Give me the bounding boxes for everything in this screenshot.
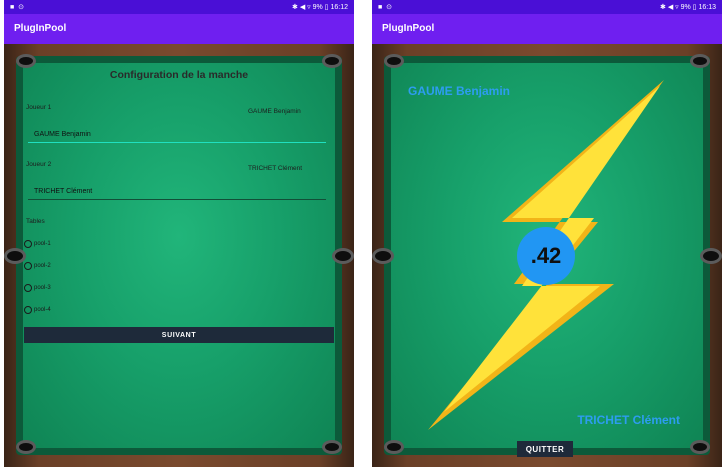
- score-badge: .42: [517, 227, 575, 285]
- radio-button-icon: [24, 240, 32, 248]
- app-title: PlugInPool: [14, 23, 67, 34]
- status-bar: ■ ⊙ ✱ ◀ ▿ 9% ▯ 16:12: [4, 0, 354, 14]
- pocket-bottom-right: [322, 440, 342, 454]
- player2-input[interactable]: TRICHET Clément: [28, 185, 326, 200]
- player-top-name: GAUME Benjamin: [408, 84, 511, 98]
- radio-button-icon: [24, 284, 32, 292]
- table-option-pool-1[interactable]: pool-1: [24, 239, 51, 249]
- player1-input-value: GAUME Benjamin: [34, 131, 91, 138]
- table-option-label: pool-4: [34, 307, 51, 313]
- pocket-bottom-left: [16, 440, 36, 454]
- config-title: Configuration de la manche: [109, 69, 249, 81]
- pocket-middle-right: [332, 248, 354, 264]
- player1-display: GAUME Benjamin: [248, 108, 301, 115]
- player2-label: Joueur 2: [26, 161, 52, 168]
- pocket-middle-left: [4, 248, 26, 264]
- table-option-label: pool-2: [34, 263, 51, 269]
- pocket-top-right: [322, 54, 342, 68]
- radio-button-icon: [24, 306, 32, 314]
- configuration-screen: ■ ⊙ ✱ ◀ ▿ 9% ▯ 16:12 PlugInPool Configur…: [4, 0, 354, 471]
- app-bar: PlugInPool: [4, 14, 354, 44]
- player1-label: Joueur 1: [26, 104, 52, 111]
- tables-label: Tables: [26, 218, 45, 225]
- next-button[interactable]: SUIVANT: [24, 327, 334, 343]
- table-option-pool-2[interactable]: pool-2: [24, 261, 51, 271]
- status-notification-icons: ■ ⊙: [10, 4, 26, 11]
- pocket-top-left: [16, 54, 36, 68]
- player-bottom-name: TRICHET Clément: [577, 413, 680, 427]
- radio-button-icon: [24, 262, 32, 270]
- table-felt: [23, 63, 335, 448]
- game-screen: ■ ⊙ ✱ ◀ ▿ 9% ▯ 16:13 PlugInPool GAUME Be…: [372, 0, 722, 471]
- table-option-pool-4[interactable]: pool-4: [24, 305, 51, 315]
- table-option-label: pool-3: [34, 285, 51, 291]
- player2-input-value: TRICHET Clément: [34, 188, 93, 195]
- quit-button[interactable]: QUITTER: [517, 441, 573, 457]
- status-system-info: ✱ ◀ ▿ 9% ▯ 16:12: [292, 4, 348, 11]
- player1-input[interactable]: GAUME Benjamin: [28, 128, 326, 143]
- player2-display: TRICHET Clément: [248, 165, 303, 172]
- table-option-pool-3[interactable]: pool-3: [24, 283, 51, 293]
- table-option-label: pool-1: [34, 241, 51, 247]
